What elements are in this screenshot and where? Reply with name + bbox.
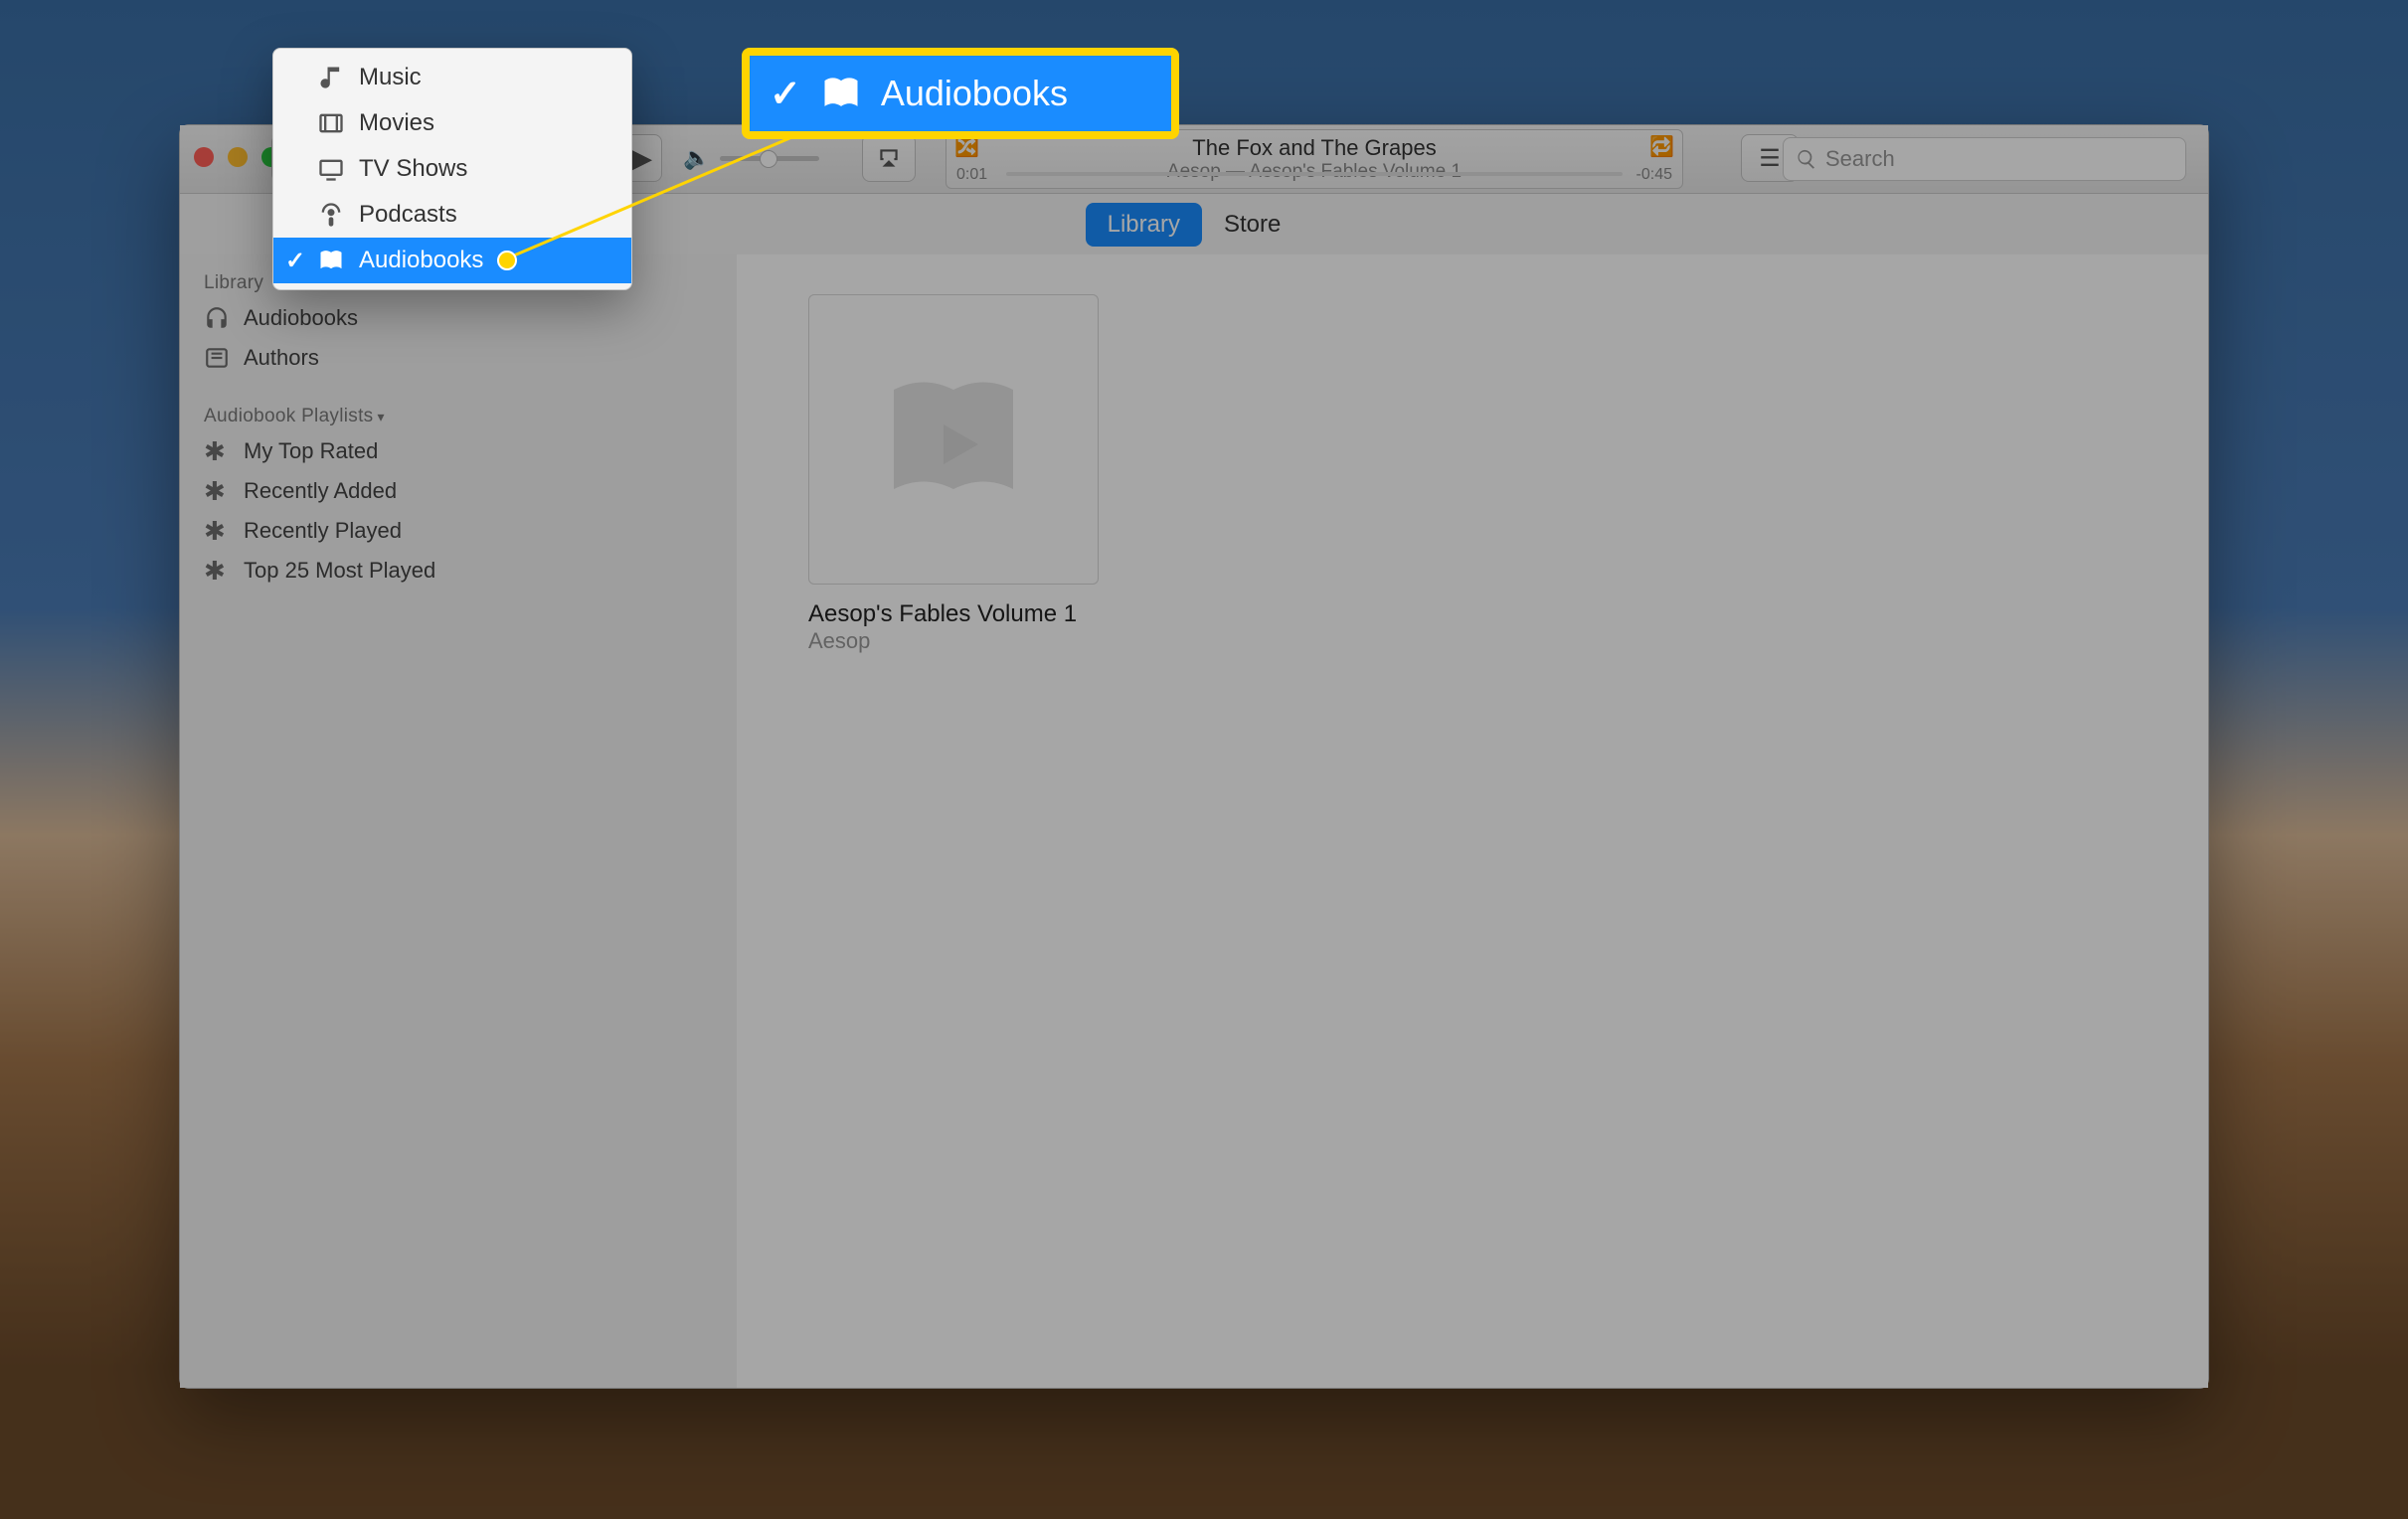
annotation-marker [497,251,517,270]
close-window-button[interactable] [194,147,214,167]
audiobook-icon [317,247,345,274]
smart-playlist-icon: ✱ [204,478,230,504]
now-playing-title: The Fox and The Grapes [1192,135,1436,161]
search-icon [1796,148,1817,170]
audiobook-cover[interactable] [808,294,1099,585]
menu-label: Podcasts [359,201,457,229]
music-icon [317,64,345,91]
sidebar: Library Audiobooks Authors Audiobook Pla… [180,254,738,1388]
elapsed-time: 0:01 [956,166,987,184]
tile-title: Aesop's Fables Volume 1 [808,600,1097,628]
remaining-time: -0:45 [1636,166,1672,184]
sidebar-item-authors[interactable]: Authors [180,338,737,378]
menu-item-tvshows[interactable]: TV Shows [273,146,631,192]
tab-store[interactable]: Store [1202,203,1302,247]
minimize-window-button[interactable] [228,147,248,167]
menu-item-music[interactable]: Music [273,55,631,100]
audiobook-tile[interactable]: Aesop's Fables Volume 1 Aesop [808,294,1097,654]
sidebar-playlist-item[interactable]: ✱ My Top Rated [180,431,737,471]
book-placeholder-icon [874,360,1033,519]
repeat-icon[interactable]: 🔁 [1649,134,1674,159]
media-picker-menu: Music Movies TV Shows Podcasts ✓ Audiobo… [272,48,632,290]
checkmark-icon: ✓ [285,247,305,275]
menu-label: Music [359,64,422,91]
playlist-label: Recently Played [244,518,402,544]
playlist-label: Top 25 Most Played [244,558,435,584]
search-field[interactable]: Search [1783,137,2186,181]
audiobook-icon [819,72,863,115]
menu-item-movies[interactable]: Movies [273,100,631,146]
airplay-icon [876,145,902,171]
sidebar-playlist-item[interactable]: ✱ Recently Played [180,511,737,551]
menu-label: Movies [359,109,434,137]
sidebar-playlist-item[interactable]: ✱ Recently Added [180,471,737,511]
checkmark-icon: ✓ [770,72,801,116]
scrubber[interactable] [1006,172,1623,176]
callout-label: Audiobooks [881,73,1068,114]
smart-playlist-icon: ✱ [204,438,230,464]
menu-item-podcasts[interactable]: Podcasts [273,192,631,238]
playlist-label: My Top Rated [244,438,378,464]
tab-library[interactable]: Library [1086,203,1202,247]
content-area: Aesop's Fables Volume 1 Aesop [737,254,2208,1388]
smart-playlist-icon: ✱ [204,518,230,544]
volume-thumb[interactable] [760,150,777,168]
airplay-button[interactable] [862,135,916,181]
playlist-label: Recently Added [244,478,397,504]
headphones-icon [204,305,230,331]
menu-label: Audiobooks [359,247,483,274]
chevron-down-icon: ▾ [377,409,384,424]
menu-item-audiobooks[interactable]: ✓ Audiobooks [273,238,631,283]
search-placeholder: Search [1825,146,1895,172]
smart-playlist-icon: ✱ [204,558,230,584]
volume-icon: 🔈 [683,145,710,171]
volume-control[interactable]: 🔈 [683,135,819,181]
volume-slider[interactable] [720,156,819,161]
itunes-window: ❮ ❯ ◀◀ ▶ ▶▶ 🔈 🔀 🔁 The Fox and The Grapes… [179,124,2209,1389]
tv-icon [317,155,345,183]
sidebar-header-playlists[interactable]: Audiobook Playlists▾ [180,402,737,431]
annotation-callout: ✓ Audiobooks [742,48,1179,139]
menu-label: TV Shows [359,155,467,183]
authors-icon [204,345,230,371]
podcasts-icon [317,201,345,229]
tile-author: Aesop [808,628,1097,654]
sidebar-item-audiobooks[interactable]: Audiobooks [180,298,737,338]
sidebar-label: Authors [244,345,319,371]
sidebar-label: Audiobooks [244,305,358,331]
movies-icon [317,109,345,137]
sidebar-playlist-item[interactable]: ✱ Top 25 Most Played [180,551,737,591]
window-controls [194,147,281,167]
